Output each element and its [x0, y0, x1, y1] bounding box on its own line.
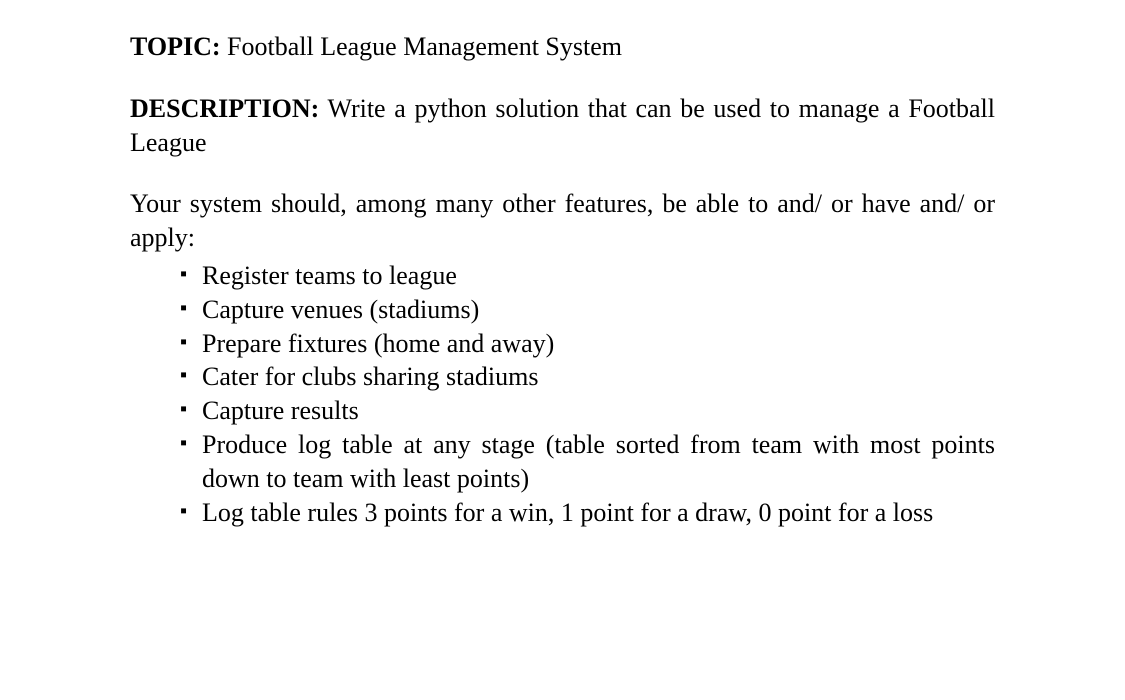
list-item: Capture results — [180, 394, 995, 428]
topic-section: TOPIC: Football League Management System — [130, 30, 995, 64]
list-item: Prepare fixtures (home and away) — [180, 327, 995, 361]
list-item: Cater for clubs sharing stadiums — [180, 360, 995, 394]
features-section: Your system should, among many other fea… — [130, 187, 995, 529]
list-item: Produce log table at any stage (table so… — [180, 428, 995, 496]
list-item: Log table rules 3 points for a win, 1 po… — [180, 496, 995, 530]
topic-label: TOPIC: — [130, 32, 221, 61]
list-item: Capture venues (stadiums) — [180, 293, 995, 327]
features-intro: Your system should, among many other fea… — [130, 187, 995, 255]
description-label: DESCRIPTION: — [130, 94, 319, 123]
list-item: Register teams to league — [180, 259, 995, 293]
features-list: Register teams to league Capture venues … — [130, 259, 995, 529]
topic-value: Football League Management System — [227, 32, 622, 61]
description-section: DESCRIPTION: Write a python solution tha… — [130, 92, 995, 160]
